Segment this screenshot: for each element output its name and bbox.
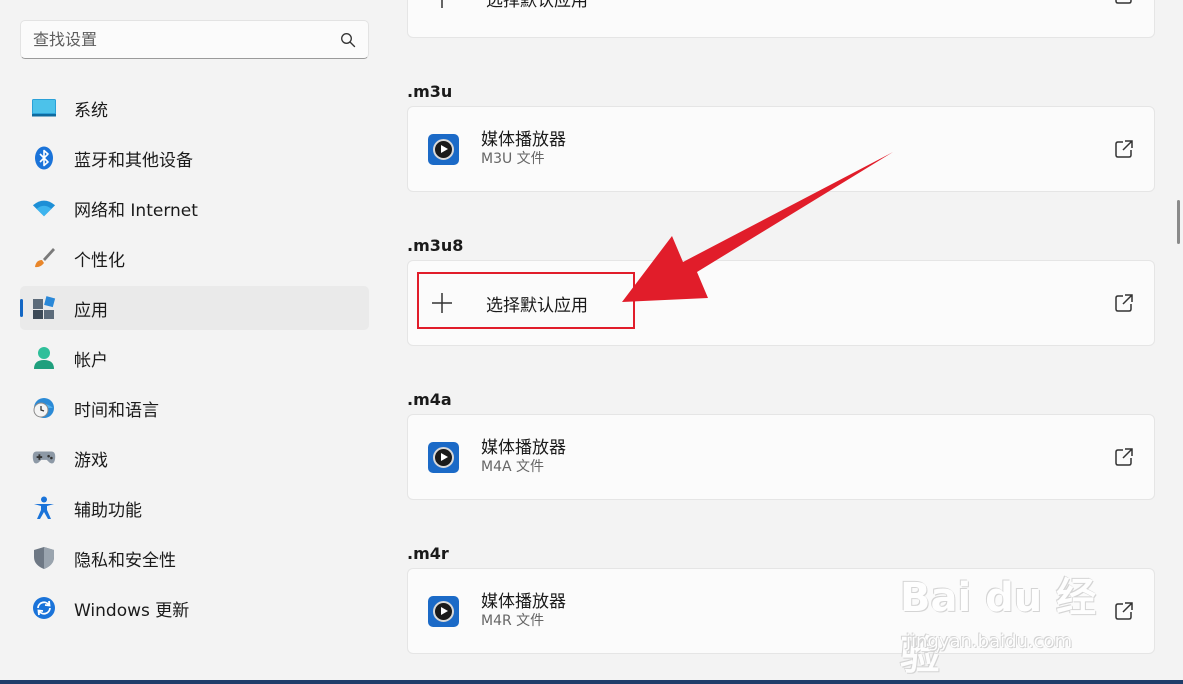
- monitor-icon: [32, 96, 56, 120]
- extension-label: .m3u8: [407, 236, 464, 255]
- sidebar-item-bluetooth[interactable]: 蓝牙和其他设备: [20, 136, 369, 180]
- media-player-icon: [428, 133, 459, 165]
- association-card-m3u8[interactable]: 选择默认应用: [407, 260, 1155, 346]
- sidebar-item-network[interactable]: 网络和 Internet: [20, 186, 369, 230]
- extension-label: .m3u: [407, 82, 453, 101]
- sidebar: 系统 蓝牙和其他设备 网络和 Internet 个性化 应用: [0, 0, 390, 684]
- sidebar-item-gaming[interactable]: 游戏: [20, 436, 369, 480]
- choose-default-app-label: 选择默认应用: [486, 0, 588, 11]
- extension-label: .m4r: [407, 544, 449, 563]
- file-type: M4R 文件: [481, 613, 545, 629]
- apps-icon: [32, 296, 56, 320]
- choose-default-app-label[interactable]: 选择默认应用: [486, 291, 588, 316]
- taskbar-edge: [0, 680, 1183, 684]
- sidebar-item-label: 隐私和安全性: [74, 550, 176, 571]
- scrollbar-thumb[interactable]: [1177, 200, 1180, 244]
- wifi-icon: [32, 196, 56, 220]
- app-name: 媒体播放器: [481, 592, 566, 612]
- external-link-icon[interactable]: [1114, 601, 1134, 621]
- file-type: M3U 文件: [481, 151, 545, 167]
- person-icon: [32, 346, 56, 370]
- sidebar-item-personalization[interactable]: 个性化: [20, 236, 369, 280]
- association-card-partial[interactable]: 选择默认应用: [407, 0, 1155, 38]
- shield-icon: [32, 546, 56, 570]
- sidebar-item-label: 网络和 Internet: [74, 200, 198, 221]
- accessibility-icon: [32, 496, 56, 520]
- sidebar-item-label: 时间和语言: [74, 400, 159, 421]
- association-card-m3u[interactable]: 媒体播放器 M3U 文件: [407, 106, 1155, 192]
- plus-icon: [432, 293, 452, 313]
- association-card-m4a[interactable]: 媒体播放器 M4A 文件: [407, 414, 1155, 500]
- app-name: 媒体播放器: [481, 130, 566, 150]
- extension-label: .m4a: [407, 390, 452, 409]
- file-type: M4A 文件: [481, 459, 545, 475]
- sidebar-item-system[interactable]: 系统: [20, 86, 369, 130]
- sidebar-item-label: 应用: [74, 300, 108, 321]
- sidebar-item-label: 个性化: [74, 250, 125, 271]
- sidebar-item-time-language[interactable]: 时间和语言: [20, 386, 369, 430]
- search-icon[interactable]: [340, 32, 356, 48]
- plus-icon: [441, 0, 443, 8]
- search-box[interactable]: [20, 20, 369, 59]
- sidebar-item-accounts[interactable]: 帐户: [20, 336, 369, 380]
- search-input[interactable]: [33, 30, 340, 49]
- clock-globe-icon: [32, 396, 56, 420]
- gamepad-icon: [32, 446, 56, 470]
- sidebar-item-windows-update[interactable]: Windows 更新: [20, 586, 369, 630]
- media-player-icon: [428, 441, 459, 473]
- brush-icon: [32, 246, 56, 270]
- sidebar-item-label: 系统: [74, 100, 108, 121]
- sidebar-item-accessibility[interactable]: 辅助功能: [20, 486, 369, 530]
- external-link-icon[interactable]: [1114, 293, 1134, 313]
- external-link-icon[interactable]: [1114, 447, 1134, 467]
- sidebar-item-label: 辅助功能: [74, 500, 142, 521]
- sidebar-item-label: 蓝牙和其他设备: [74, 150, 193, 171]
- sidebar-item-label: Windows 更新: [74, 600, 190, 621]
- external-link-icon[interactable]: [1114, 139, 1134, 159]
- bluetooth-icon: [32, 146, 56, 170]
- sidebar-item-label: 游戏: [74, 450, 108, 471]
- sidebar-item-privacy[interactable]: 隐私和安全性: [20, 536, 369, 580]
- sidebar-item-apps[interactable]: 应用: [20, 286, 369, 330]
- external-link-icon[interactable]: [1114, 0, 1134, 5]
- app-name: 媒体播放器: [481, 438, 566, 458]
- media-player-icon: [428, 595, 459, 627]
- default-apps-list: 选择默认应用 .m3u 媒体播放器 M3U 文件 .m3u8 选择默认应用 .m…: [407, 0, 1155, 684]
- sidebar-item-label: 帐户: [74, 350, 108, 371]
- update-icon: [32, 596, 56, 620]
- association-card-m4r[interactable]: 媒体播放器 M4R 文件: [407, 568, 1155, 654]
- sidebar-nav: 系统 蓝牙和其他设备 网络和 Internet 个性化 应用 帐户 时间和语言 …: [20, 86, 369, 636]
